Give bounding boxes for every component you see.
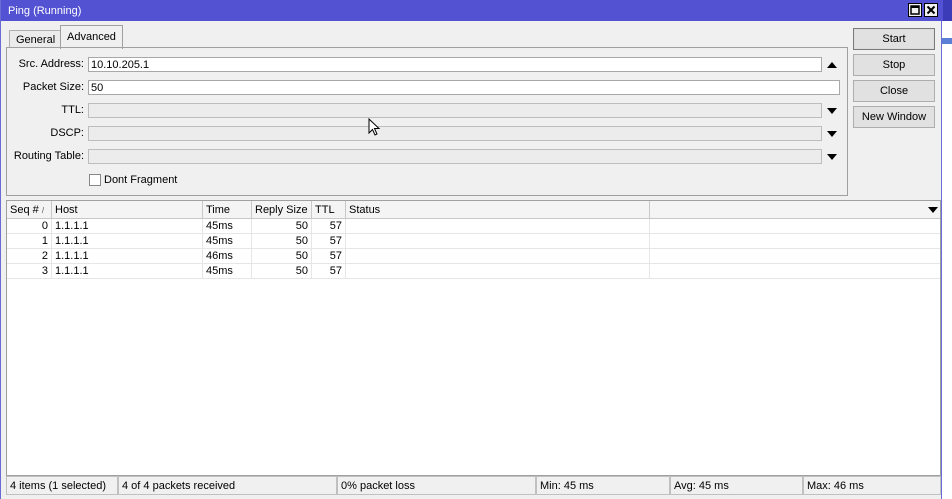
table-row[interactable]: 1 1.1.1.1 45ms 50 57 [7, 234, 940, 249]
cell-time: 45ms [203, 264, 252, 278]
cell-reply-size: 50 [252, 264, 312, 278]
results-table[interactable]: Seq # / Host Time Reply Size TTL Status … [6, 200, 941, 476]
dscp-field[interactable] [88, 126, 822, 141]
maximize-icon [910, 5, 920, 15]
column-host-label: Host [55, 204, 78, 216]
maximize-button[interactable] [908, 3, 922, 17]
src-address-label: Src. Address: [18, 58, 84, 70]
close-window-button[interactable] [924, 3, 938, 17]
ping-window: Ping (Running) General Advanced Src. Add… [0, 0, 943, 499]
ttl-dropdown-icon[interactable] [827, 108, 837, 114]
mouse-pointer-icon [368, 118, 381, 136]
background-strip [942, 0, 952, 499]
src-address-value: 10.10.205.1 [91, 59, 150, 71]
cell-seq: 3 [7, 264, 52, 278]
dont-fragment-label: Dont Fragment [104, 174, 178, 186]
dscp-label: DSCP: [50, 127, 84, 139]
cell-host: 1.1.1.1 [52, 219, 203, 233]
table-header: Seq # / Host Time Reply Size TTL Status [7, 201, 940, 219]
collapse-up-icon[interactable] [827, 62, 837, 68]
packet-size-field[interactable]: 50 [88, 80, 840, 95]
dscp-dropdown-icon[interactable] [827, 131, 837, 137]
column-time[interactable]: Time [203, 201, 252, 218]
title-bar[interactable]: Ping (Running) [1, 0, 943, 21]
cell-host: 1.1.1.1 [52, 234, 203, 248]
ttl-label: TTL: [61, 104, 84, 116]
src-address-field[interactable]: 10.10.205.1 [88, 57, 822, 72]
cell-time: 46ms [203, 249, 252, 263]
close-button[interactable]: Close [853, 80, 935, 102]
cell-seq: 1 [7, 234, 52, 248]
cell-time: 45ms [203, 219, 252, 233]
ttl-field[interactable] [88, 103, 822, 118]
cell-status [346, 249, 650, 263]
table-row[interactable]: 3 1.1.1.1 45ms 50 57 [7, 264, 940, 279]
cell-seq: 2 [7, 249, 52, 263]
table-row[interactable]: 2 1.1.1.1 46ms 50 57 [7, 249, 940, 264]
columns-menu-icon[interactable] [928, 207, 938, 213]
column-reply-size[interactable]: Reply Size [252, 201, 312, 218]
dont-fragment-checkbox[interactable] [89, 174, 101, 186]
background-titlebar-edge [942, 0, 952, 21]
column-status[interactable]: Status [346, 201, 650, 218]
status-loss: 0% packet loss [337, 476, 536, 495]
tab-advanced-label: Advanced [67, 31, 116, 43]
column-ttl-label: TTL [315, 204, 335, 216]
column-time-label: Time [206, 204, 231, 216]
window-title: Ping (Running) [8, 5, 82, 17]
cell-ttl: 57 [312, 249, 346, 263]
routing-table-label: Routing Table: [13, 150, 84, 162]
new-window-button[interactable]: New Window [853, 106, 935, 128]
cell-status [346, 219, 650, 233]
routing-table-dropdown-icon[interactable] [827, 154, 837, 160]
column-host[interactable]: Host [52, 201, 203, 218]
table-row[interactable]: 0 1.1.1.1 45ms 50 57 [7, 219, 940, 234]
cell-status [346, 264, 650, 278]
column-status-label: Status [349, 204, 381, 216]
cell-reply-size: 50 [252, 249, 312, 263]
cell-ttl: 57 [312, 219, 346, 233]
start-button[interactable]: Start [853, 28, 935, 50]
status-items: 4 items (1 selected) [6, 476, 118, 495]
status-bar: 4 items (1 selected) 4 of 4 packets rece… [6, 476, 941, 496]
packet-size-value: 50 [91, 82, 104, 94]
cell-reply-size: 50 [252, 234, 312, 248]
sort-icon: / [41, 206, 45, 215]
close-icon [926, 5, 936, 15]
routing-table-field[interactable] [88, 149, 822, 164]
column-seq[interactable]: Seq # / [7, 201, 52, 218]
status-avg: Avg: 45 ms [670, 476, 803, 495]
column-ttl[interactable]: TTL [312, 201, 346, 218]
cell-ttl: 57 [312, 234, 346, 248]
cell-ttl: 57 [312, 264, 346, 278]
tab-advanced[interactable]: Advanced [60, 25, 123, 49]
cell-seq: 0 [7, 219, 52, 233]
stop-button[interactable]: Stop [853, 54, 935, 76]
packet-size-label: Packet Size: [22, 81, 84, 93]
cell-host: 1.1.1.1 [52, 249, 203, 263]
status-max: Max: 46 ms [803, 476, 941, 495]
column-seq-label: Seq # [10, 204, 39, 216]
background-accent [942, 38, 952, 44]
tab-general[interactable]: General [9, 30, 63, 47]
cell-status [346, 234, 650, 248]
status-received: 4 of 4 packets received [118, 476, 337, 495]
cell-reply-size: 50 [252, 219, 312, 233]
cell-time: 45ms [203, 234, 252, 248]
status-min: Min: 45 ms [536, 476, 670, 495]
column-reply-size-label: Reply Size [255, 204, 308, 216]
cell-host: 1.1.1.1 [52, 264, 203, 278]
tab-general-label: General [16, 34, 56, 46]
